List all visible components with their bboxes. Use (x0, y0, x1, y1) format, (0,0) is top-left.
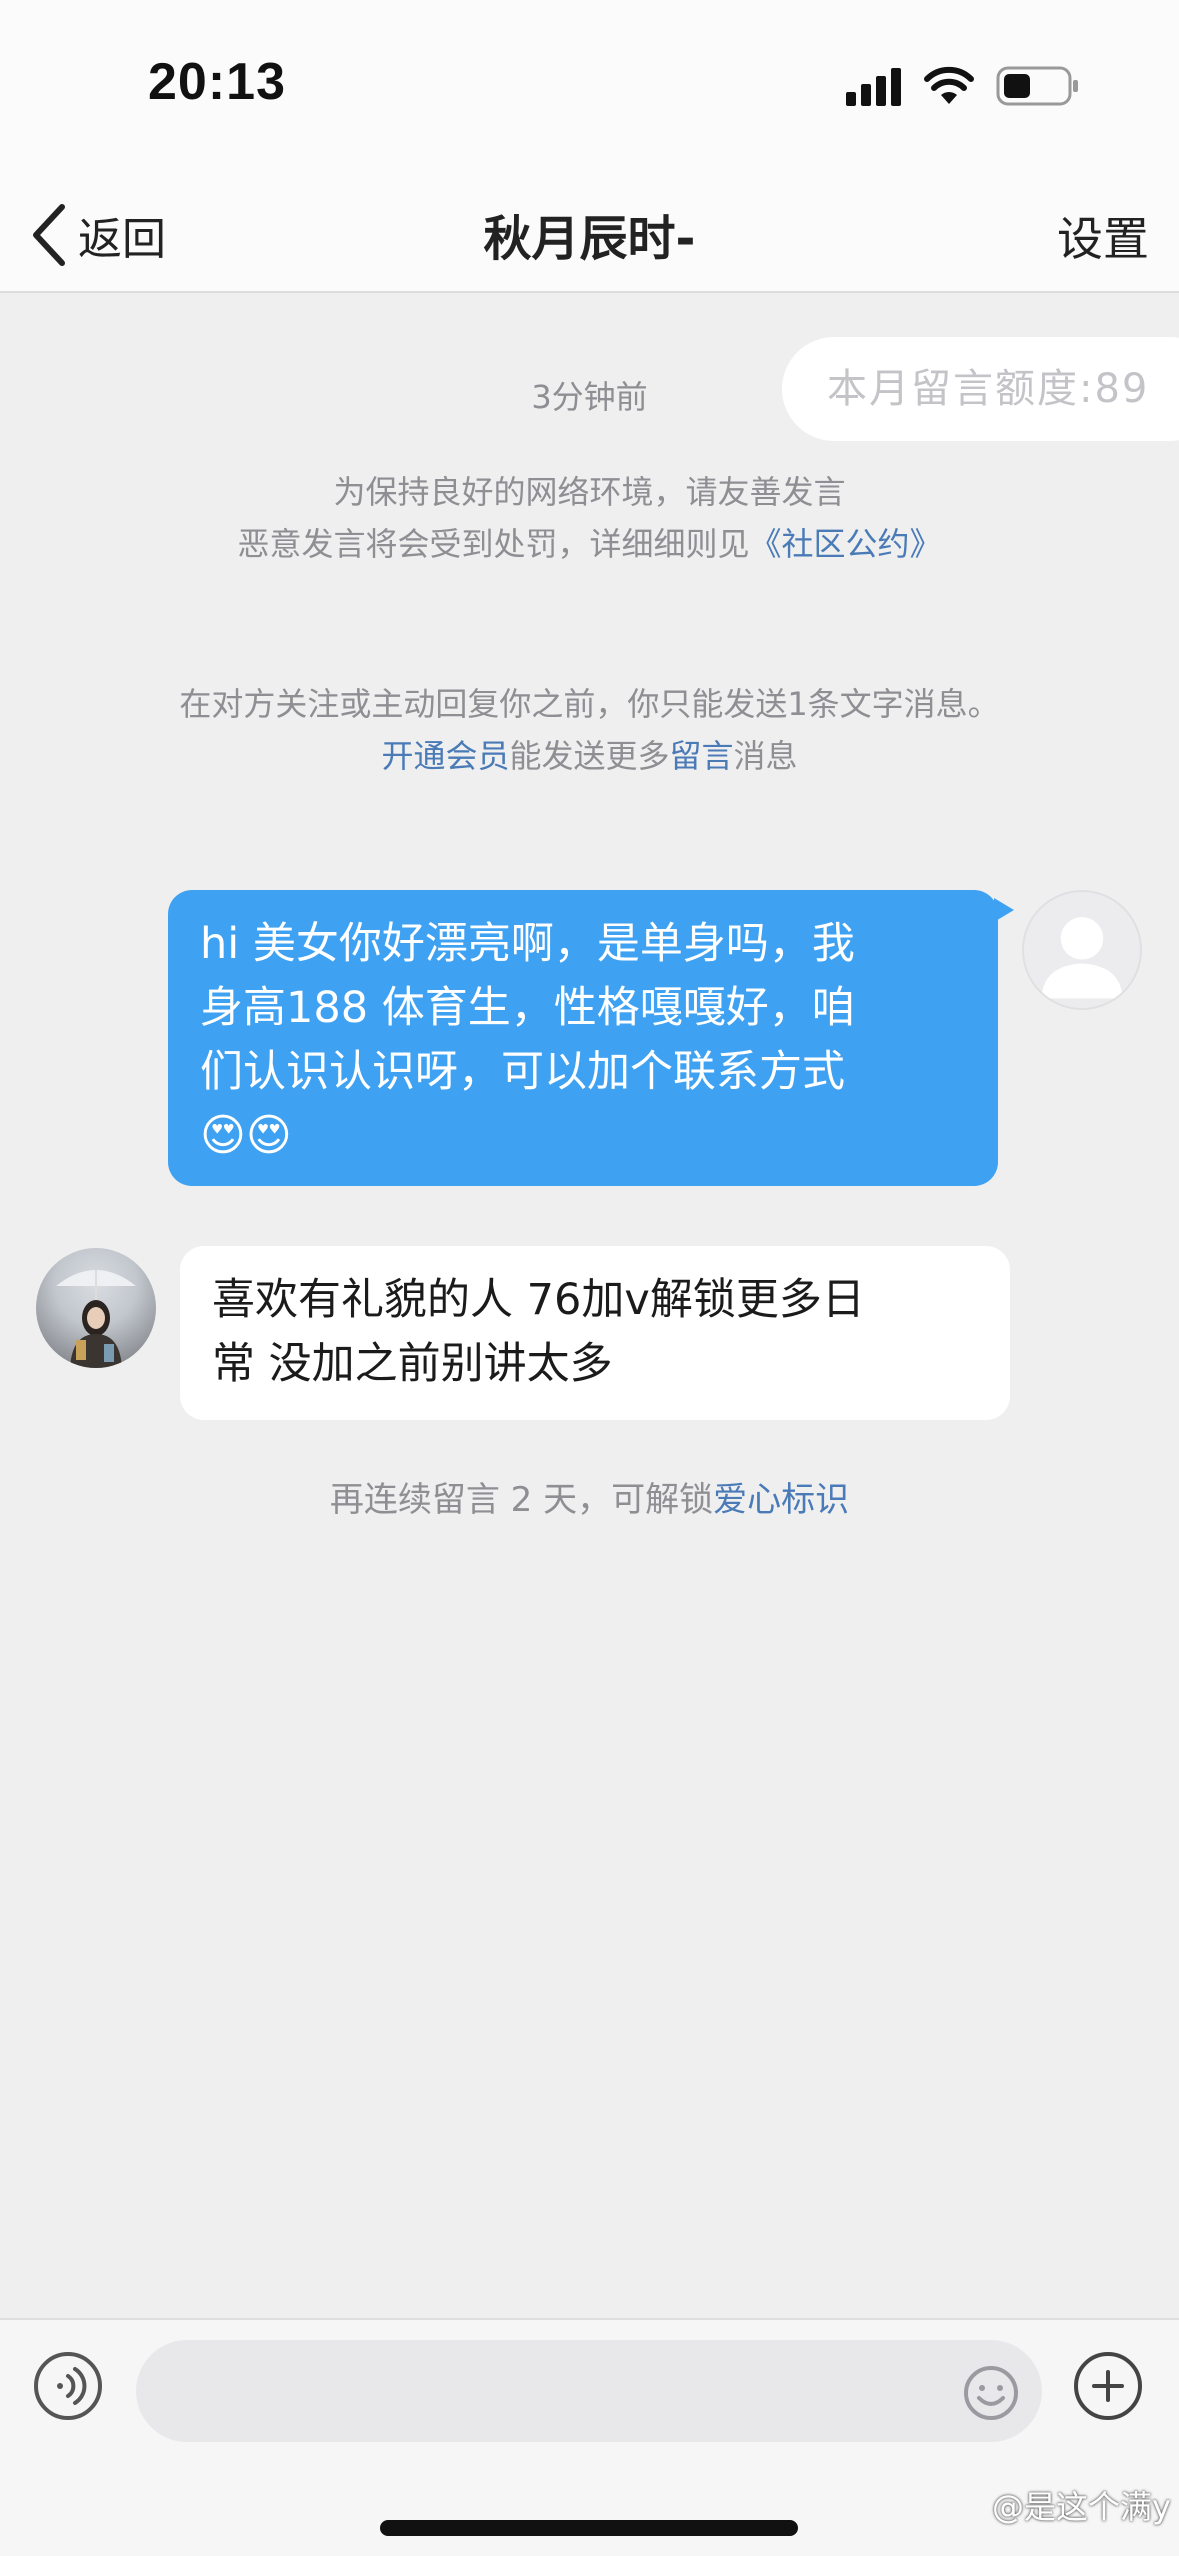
limit-notice-line1: 在对方关注或主动回复你之前，你只能发送1条文字消息。 (179, 685, 1000, 723)
contact-avatar[interactable] (36, 1248, 156, 1368)
status-bar: 20:13 (0, 0, 1179, 175)
message-line: 喜欢有礼貌的人 76加v解锁更多日 (212, 1275, 865, 1325)
streak-notice: 再连续留言 2 天，可解锁爱心标识 (0, 1472, 1179, 1521)
quota-badge: 本月留言额度:89 (782, 337, 1179, 441)
heart-badge-link[interactable]: 爱心标识 (713, 1480, 849, 1520)
voice-input-button[interactable] (34, 2352, 102, 2420)
status-time: 20:13 (148, 53, 286, 111)
nav-bar: 返回 秋月辰时- 设置 (0, 175, 1179, 293)
my-avatar[interactable] (1022, 890, 1142, 1010)
add-attachment-button[interactable] (1074, 2352, 1142, 2420)
message-line: 常 没加之前别讲太多 (212, 1339, 613, 1389)
settings-button[interactable]: 设置 (1057, 203, 1149, 269)
message-line: hi 美女你好漂亮啊，是单身吗，我 (200, 919, 855, 969)
message-line: 们认识认识呀，可以加个联系方式 (200, 1047, 845, 1097)
page-title: 秋月辰时- (483, 211, 696, 267)
emoji-icon[interactable] (962, 2364, 1020, 2422)
limit-notice-suffix: 消息 (733, 737, 798, 775)
limit-notice-mid: 能发送更多 (509, 737, 670, 775)
open-vip-link[interactable]: 开通会员 (381, 737, 509, 775)
streak-notice-text: 再连续留言 2 天，可解锁 (329, 1480, 714, 1520)
incoming-message-bubble[interactable]: 喜欢有礼貌的人 76加v解锁更多日 常 没加之前别讲太多 (180, 1246, 1010, 1420)
default-user-icon (1041, 917, 1123, 999)
community-notice-line2: 恶意发言将会受到处罚，详细细则见《社区公约》 (0, 518, 1179, 570)
message-link[interactable]: 留言 (670, 737, 734, 775)
wifi-icon (924, 66, 974, 104)
community-rules-link[interactable]: 《社区公约》 (750, 525, 942, 563)
contact-photo-icon (56, 1270, 136, 1368)
limit-notice: 在对方关注或主动回复你之前，你只能发送1条文字消息。 开通会员能发送更多留言消息 (0, 678, 1179, 782)
message-input[interactable] (136, 2340, 1042, 2442)
community-notice-text: 恶意发言将会受到处罚，详细细则见 (237, 525, 750, 563)
cellular-signal-icon (846, 68, 901, 106)
limit-notice-line2: 开通会员能发送更多留言消息 (0, 730, 1179, 782)
message-line: 身高188 体育生，性格嘎嘎好，咱 (200, 983, 855, 1033)
community-notice-line1: 为保持良好的网络环境，请友善发言 (333, 473, 846, 511)
outgoing-message-bubble[interactable]: hi 美女你好漂亮啊，是单身吗，我 身高188 体育生，性格嘎嘎好，咱 们认识认… (168, 890, 1014, 1186)
plus-icon (1092, 2370, 1124, 2402)
home-indicator[interactable] (380, 2520, 798, 2536)
watermark: @是这个满y (992, 2488, 1171, 2526)
voice-icon (57, 2367, 87, 2405)
community-notice: 为保持良好的网络环境，请友善发言 恶意发言将会受到处罚，详细细则见《社区公约》 (0, 466, 1179, 570)
message-emoji: 😍😍 (200, 1110, 292, 1161)
battery-icon (996, 66, 1078, 106)
